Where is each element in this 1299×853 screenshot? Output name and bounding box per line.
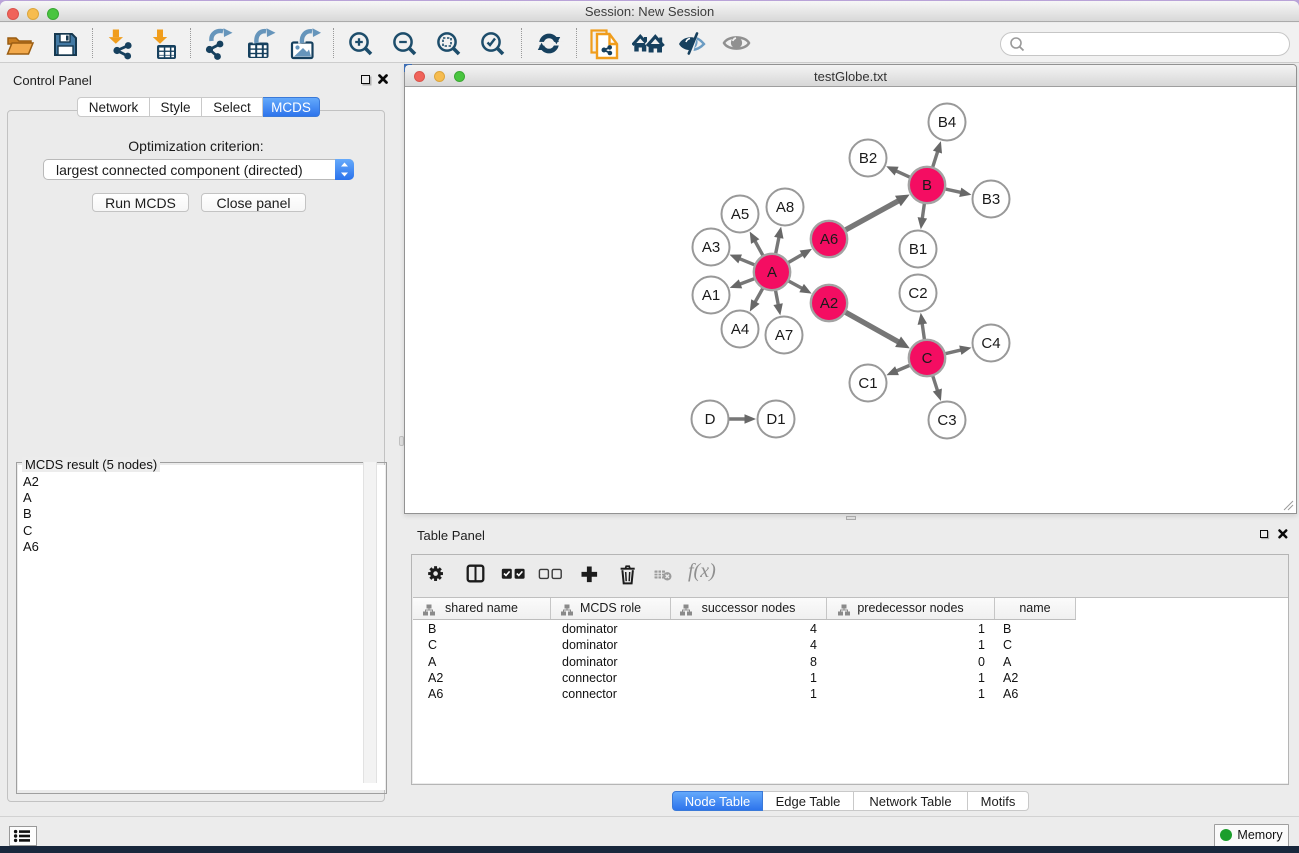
svg-text:A4: A4 bbox=[731, 321, 749, 338]
svg-text:A: A bbox=[767, 264, 777, 281]
svg-text:B4: B4 bbox=[938, 114, 956, 131]
svg-text:D: D bbox=[705, 411, 716, 428]
svg-text:B1: B1 bbox=[909, 241, 927, 258]
svg-text:A5: A5 bbox=[731, 206, 749, 223]
svg-text:C4: C4 bbox=[981, 335, 1000, 352]
svg-text:A7: A7 bbox=[775, 327, 793, 344]
svg-text:C1: C1 bbox=[858, 375, 877, 392]
svg-text:C2: C2 bbox=[908, 285, 927, 302]
svg-text:B3: B3 bbox=[982, 191, 1000, 208]
svg-text:C3: C3 bbox=[937, 412, 956, 429]
svg-text:A1: A1 bbox=[702, 287, 720, 304]
svg-text:A6: A6 bbox=[820, 231, 838, 248]
svg-text:B: B bbox=[922, 177, 932, 194]
svg-text:A3: A3 bbox=[702, 239, 720, 256]
svg-text:A8: A8 bbox=[776, 199, 794, 216]
svg-text:C: C bbox=[922, 350, 933, 367]
svg-text:A2: A2 bbox=[820, 295, 838, 312]
svg-text:D1: D1 bbox=[766, 411, 785, 428]
svg-text:B2: B2 bbox=[859, 150, 877, 167]
